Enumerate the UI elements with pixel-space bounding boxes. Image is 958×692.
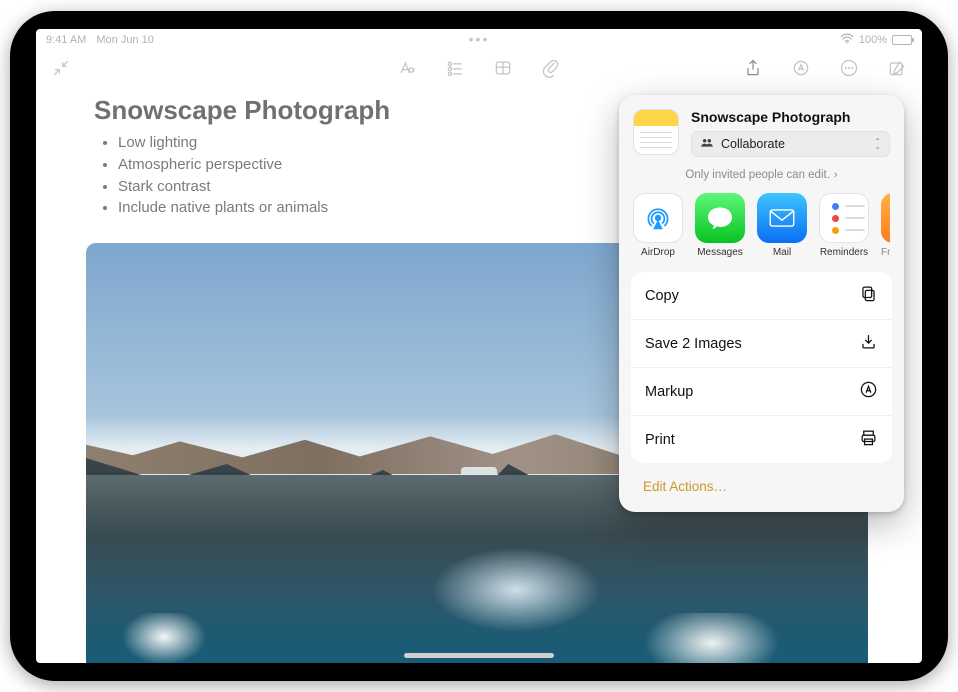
updown-chevron-icon: ⌃⌄ <box>874 139 881 149</box>
airdrop-icon <box>633 193 683 243</box>
action-print[interactable]: Print <box>631 416 892 463</box>
share-sheet-title: Snowscape Photograph <box>691 109 890 125</box>
permission-text: Only invited people can edit. <box>685 169 829 181</box>
action-save-images[interactable]: Save 2 Images <box>631 320 892 368</box>
home-indicator[interactable] <box>404 653 554 658</box>
markup-icon <box>859 380 878 403</box>
save-icon <box>859 332 878 355</box>
status-time: 9:41 AM <box>46 34 86 46</box>
notes-app-icon <box>633 109 679 155</box>
status-bar: 9:41 AM Mon Jun 10 ••• 100% <box>36 29 922 51</box>
share-app-more[interactable]: Fr <box>881 193 890 258</box>
collaborate-selector[interactable]: Collaborate ⌃⌄ <box>691 131 890 157</box>
collaborate-label: Collaborate <box>721 137 785 151</box>
share-sheet-popover: Snowscape Photograph Collaborate ⌃⌄ Only… <box>619 95 904 512</box>
more-icon[interactable] <box>838 57 860 79</box>
share-app-messages[interactable]: Messages <box>695 193 745 258</box>
action-markup[interactable]: Markup <box>631 368 892 416</box>
print-icon <box>859 428 878 451</box>
share-app-mail[interactable]: Mail <box>757 193 807 258</box>
status-date: Mon Jun 10 <box>96 34 153 46</box>
table-icon[interactable] <box>492 57 514 79</box>
share-app-airdrop[interactable]: AirDrop <box>633 193 683 258</box>
chevron-right-icon: › <box>834 169 838 181</box>
multitasking-dots[interactable]: ••• <box>469 34 490 47</box>
markup-toolbar-icon[interactable] <box>790 57 812 79</box>
permission-subtext-row[interactable]: Only invited people can edit. › <box>619 165 904 193</box>
freeform-icon <box>881 193 890 243</box>
share-apps-row[interactable]: AirDrop Messages Mail <box>619 193 904 266</box>
text-format-icon[interactable] <box>396 57 418 79</box>
compose-icon[interactable] <box>886 57 908 79</box>
messages-icon <box>695 193 745 243</box>
battery-percentage: 100% <box>859 34 887 46</box>
people-icon <box>700 137 714 151</box>
notes-toolbar <box>36 51 922 85</box>
share-app-reminders[interactable]: Reminders <box>819 193 869 258</box>
battery-icon <box>892 35 912 45</box>
wifi-icon <box>840 33 854 47</box>
attachment-icon[interactable] <box>540 57 562 79</box>
edit-actions-link[interactable]: Edit Actions… <box>619 469 904 512</box>
share-actions-list: Copy Save 2 Images Markup Print <box>631 272 892 463</box>
action-copy[interactable]: Copy <box>631 272 892 320</box>
reminders-icon <box>819 193 869 243</box>
copy-icon <box>859 284 878 307</box>
mail-icon <box>757 193 807 243</box>
checklist-icon[interactable] <box>444 57 466 79</box>
collapse-icon[interactable] <box>50 57 72 79</box>
share-icon[interactable] <box>742 57 764 79</box>
